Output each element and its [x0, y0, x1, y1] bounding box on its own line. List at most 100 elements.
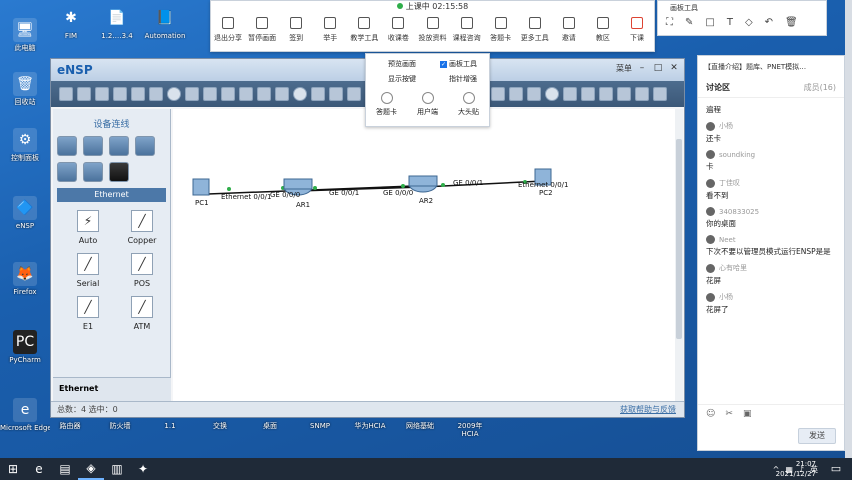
- switch-category-icon[interactable]: [83, 136, 103, 156]
- pycharm-icon[interactable]: PC PyCharm: [0, 330, 50, 364]
- dropdown-tool-0[interactable]: 答题卡: [370, 92, 404, 117]
- preview-screen-option[interactable]: 预览画面: [388, 59, 416, 69]
- ensp-tool-icon[interactable]: [149, 87, 163, 101]
- emoji-icon[interactable]: ☺: [706, 409, 715, 419]
- drawing-board-option[interactable]: ✓ 画板工具: [440, 59, 477, 69]
- lesson-item-7[interactable]: 课程咨询: [450, 17, 484, 43]
- lesson-item-5[interactable]: 收课卷: [381, 17, 415, 43]
- select-icon[interactable]: ⛶: [666, 17, 673, 28]
- ensp-tool-icon[interactable]: [653, 87, 667, 101]
- ensp-tool-icon[interactable]: [131, 87, 145, 101]
- ensp-tool-icon[interactable]: [347, 87, 361, 101]
- ensp-tool-icon[interactable]: [599, 87, 613, 101]
- ensp-tool-icon[interactable]: [491, 87, 505, 101]
- lesson-item-3[interactable]: 举手: [313, 17, 347, 43]
- ensp-tool-icon[interactable]: [635, 87, 649, 101]
- close-icon[interactable]: ✕: [668, 62, 680, 74]
- rectangle-icon[interactable]: □: [705, 17, 714, 28]
- ensp-tool-icon[interactable]: [167, 87, 181, 101]
- lesson-item-0[interactable]: 退出分享: [211, 17, 245, 43]
- desktop-file-label[interactable]: 网络基础: [400, 422, 440, 438]
- image-icon[interactable]: ▣: [743, 409, 752, 419]
- cable-auto[interactable]: ⚡ Auto: [61, 210, 115, 245]
- ensp-tool-icon[interactable]: [203, 87, 217, 101]
- undo-icon[interactable]: ↶: [765, 17, 773, 28]
- control-panel-icon[interactable]: ⚙ 控制面板: [0, 128, 50, 162]
- media-taskbar-icon[interactable]: ▤: [52, 458, 78, 480]
- chat-members[interactable]: 成员(16): [804, 82, 836, 93]
- firewall-category-icon[interactable]: [135, 136, 155, 156]
- ensp-tool-icon[interactable]: [77, 87, 91, 101]
- help-feedback-link[interactable]: 获取帮助与反馈: [620, 404, 676, 415]
- ensp-tool-icon[interactable]: [581, 87, 595, 101]
- ensp-tool-icon[interactable]: [545, 87, 559, 101]
- router-category-icon[interactable]: [57, 136, 77, 156]
- lesson-item-10[interactable]: 邀请: [552, 17, 586, 43]
- scissors-icon[interactable]: ✂: [725, 409, 733, 419]
- pointer-enhance-option[interactable]: 指针增强: [449, 74, 477, 84]
- desktop-file-label[interactable]: 2009年HCIA: [450, 422, 490, 438]
- ensp-desktop-icon[interactable]: 🔷 eNSP: [0, 196, 50, 230]
- ensp-tool-icon[interactable]: [95, 87, 109, 101]
- ensp-tool-icon[interactable]: [275, 87, 289, 101]
- fim-icon[interactable]: ✱ FIM: [46, 6, 96, 40]
- ensp-tool-icon[interactable]: [617, 87, 631, 101]
- cloud-category-icon[interactable]: [83, 162, 103, 182]
- text-icon[interactable]: T: [727, 17, 733, 28]
- cable-atm[interactable]: ╱ ATM: [115, 296, 169, 331]
- ar2-router-icon[interactable]: [408, 175, 438, 193]
- edge-taskbar-icon[interactable]: e: [26, 458, 52, 480]
- lesson-item-12[interactable]: 下课: [620, 17, 654, 43]
- ensp-tool-icon[interactable]: [113, 87, 127, 101]
- ensp-tool-icon[interactable]: [239, 87, 253, 101]
- automation-icon[interactable]: 📘 Automation: [140, 6, 190, 40]
- show-keys-option[interactable]: 显示按键: [388, 74, 416, 84]
- app-taskbar-icon[interactable]: ✦: [130, 458, 156, 480]
- wlan-category-icon[interactable]: [109, 136, 129, 156]
- desktop-file-label[interactable]: 1.1: [150, 422, 190, 438]
- firefox-icon[interactable]: 🦊 Firefox: [0, 262, 50, 296]
- topology-canvas[interactable]: PC1 AR1 AR2 PC2 Ethernet 0/0/1 GE 0/0/0 …: [173, 109, 683, 401]
- pc1-device-icon[interactable]: [192, 178, 210, 196]
- ensp-tool-icon[interactable]: [221, 87, 235, 101]
- maximize-icon[interactable]: □: [652, 62, 664, 74]
- doc-taskbar-icon[interactable]: ▥: [104, 458, 130, 480]
- ensp-tool-icon[interactable]: [185, 87, 199, 101]
- ensp-tool-icon[interactable]: [527, 87, 541, 101]
- cable-pos[interactable]: ╱ POS: [115, 253, 169, 288]
- doc-icon-1[interactable]: 📄 1.2.…3.4: [92, 6, 142, 40]
- edge-icon[interactable]: e Microsoft Edge: [0, 398, 50, 432]
- desktop-file-label[interactable]: 路由器: [50, 422, 90, 438]
- desktop-file-label[interactable]: 防火墙: [100, 422, 140, 438]
- ensp-menu-button[interactable]: 菜单: [616, 63, 632, 74]
- desktop-file-label[interactable]: SNMP: [300, 422, 340, 438]
- ensp-tool-icon[interactable]: [311, 87, 325, 101]
- notification-icon[interactable]: ▭: [824, 460, 848, 478]
- ensp-tool-icon[interactable]: [509, 87, 523, 101]
- ensp-taskbar-icon[interactable]: ◈: [78, 458, 104, 480]
- ensp-tool-icon[interactable]: [329, 87, 343, 101]
- pc-category-icon[interactable]: [57, 162, 77, 182]
- chat-tabs[interactable]: 【直播介绍】题库、PNET模拟…: [698, 56, 844, 78]
- cable-copper[interactable]: ╱ Copper: [115, 210, 169, 245]
- cable-e1[interactable]: ╱ E1: [61, 296, 115, 331]
- this-pc-icon[interactable]: 🖥 此电脑: [0, 18, 50, 52]
- eraser-icon[interactable]: ◇: [745, 17, 753, 28]
- lesson-item-1[interactable]: 暂停画面: [245, 17, 279, 43]
- delete-icon[interactable]: 🗑: [785, 17, 798, 28]
- start-button[interactable]: ⊞: [0, 458, 26, 480]
- ensp-tool-icon[interactable]: [563, 87, 577, 101]
- lesson-item-11[interactable]: 教区: [586, 17, 620, 43]
- recycle-bin-icon[interactable]: 🗑 回收站: [0, 72, 50, 106]
- clock[interactable]: 21:07 2021/12/27: [756, 459, 816, 479]
- send-button[interactable]: 发送: [798, 428, 836, 444]
- cable-category-icon[interactable]: [109, 162, 129, 182]
- pen-icon[interactable]: ✎: [685, 17, 693, 28]
- lesson-item-6[interactable]: 投放资料: [415, 17, 449, 43]
- desktop-file-label[interactable]: 交换: [200, 422, 240, 438]
- dropdown-tool-2[interactable]: 大头贴: [452, 92, 486, 117]
- desktop-file-label[interactable]: 华为HCIA: [350, 422, 390, 438]
- ensp-tool-icon[interactable]: [257, 87, 271, 101]
- ensp-tool-icon[interactable]: [59, 87, 73, 101]
- lesson-item-9[interactable]: 更多工具: [518, 17, 552, 43]
